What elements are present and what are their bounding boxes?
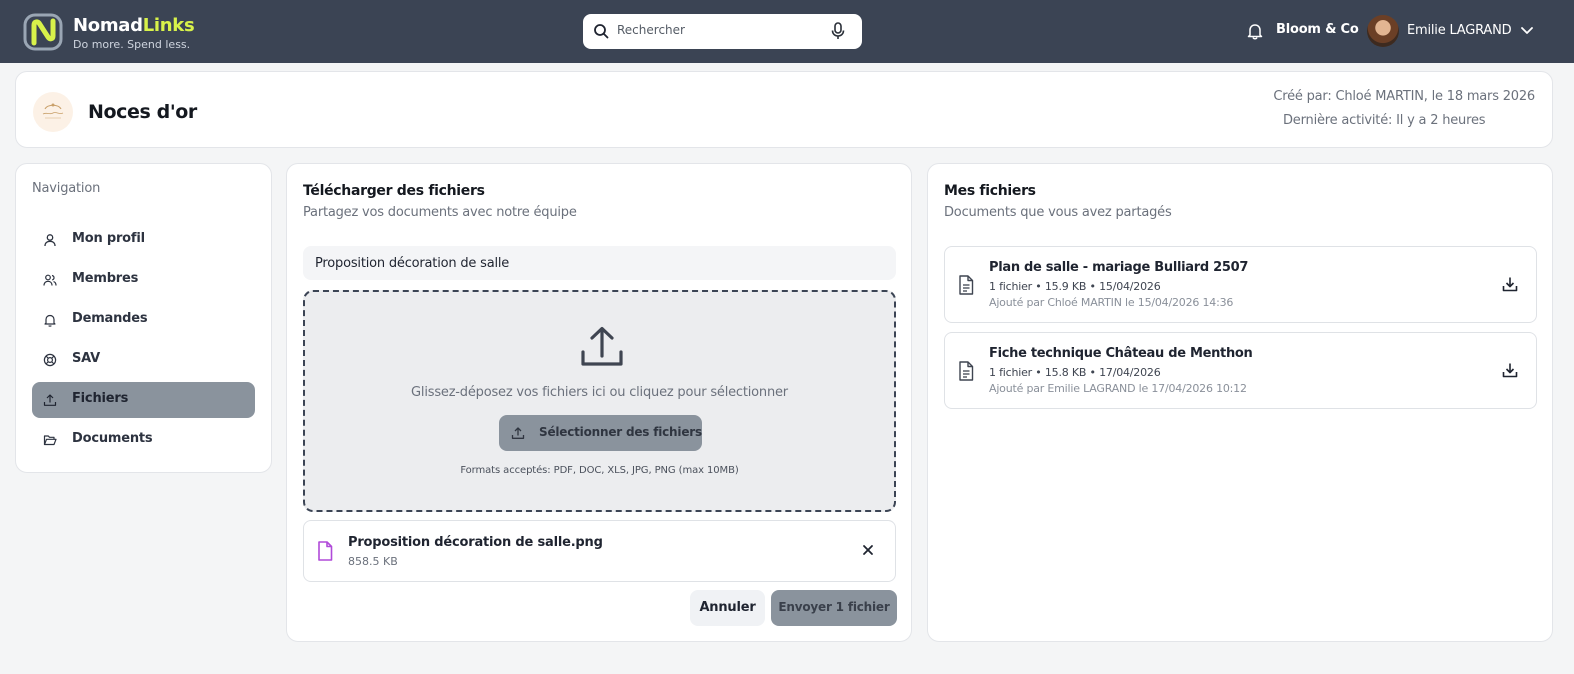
download-icon[interactable] [1502,276,1518,292]
my-files-panel: Mes fichiers Documents que vous avez par… [927,163,1553,642]
sidebar-item-label: Membres [72,271,139,286]
file-meta: 1 fichier • 15.8 KB • 17/04/2026 [989,366,1161,379]
sidebar-item-fichiers[interactable]: Fichiers [32,382,255,418]
file-added-by: Ajouté par Chloé MARTIN le 15/04/2026 14… [989,296,1234,309]
upload-title: Télécharger des fichiers [303,183,485,199]
list-item[interactable]: Plan de salle - mariage Bulliard 2507 1 … [944,246,1537,323]
project-last-activity: Dernière activité: Il y a 2 heures [1283,113,1486,128]
my-files-title: Mes fichiers [944,183,1036,199]
select-files-button[interactable]: Sélectionner des fichiers [499,415,702,451]
document-name-field[interactable] [303,246,896,280]
document-icon [959,361,974,381]
search-bar[interactable] [583,14,862,49]
user-icon [44,234,56,247]
sidebar-item-label: Documents [72,431,153,446]
file-name: Fiche technique Château de Menthon [989,346,1253,361]
my-files-subtitle: Documents que vous avez partagés [944,205,1172,220]
brand-name-part1: Nomad [73,15,143,36]
top-bar: NomadLinks Do more. Spend less. Bloom & … [0,0,1574,63]
page-title: Noces d'or [88,101,197,123]
sidebar-item-mon-profil[interactable]: Mon profil [32,222,255,258]
folder-open-icon [43,435,57,446]
project-logo-emblem-icon [42,103,64,119]
project-created-info: Créé par: Chloé MARTIN, le 18 mars 2026 [1273,89,1535,104]
file-meta: 1 fichier • 15.9 KB • 15/04/2026 [989,280,1161,293]
nomadlinks-logo-icon[interactable] [23,13,63,51]
notifications-bell-icon[interactable] [1247,22,1263,40]
send-files-button[interactable]: Envoyer 1 fichier [771,590,897,626]
file-dropzone[interactable]: Glissez-déposez vos fichiers ici ou cliq… [303,290,896,512]
chevron-down-icon[interactable] [1520,25,1534,37]
user-avatar[interactable] [1367,15,1399,47]
upload-icon [511,427,525,439]
sidebar-item-label: Demandes [72,311,148,326]
brand-name[interactable]: NomadLinks [73,15,195,37]
sidebar-item-label: Mon profil [72,231,145,246]
upload-cloud-icon [581,326,623,366]
accepted-formats-hint: Formats acceptés: PDF, DOC, XLS, JPG, PN… [460,465,739,476]
close-icon[interactable] [861,543,875,557]
brand-name-part2: Links [142,15,195,36]
download-icon[interactable] [1502,362,1518,378]
sidebar-item-sav[interactable]: SAV [32,342,255,378]
document-icon [959,275,974,295]
file-icon [318,541,333,561]
list-item[interactable]: Fiche technique Château de Menthon 1 fic… [944,332,1537,409]
pending-file-item: Proposition décoration de salle.png 858.… [303,520,896,582]
dropzone-instructions: Glissez-déposez vos fichiers ici ou cliq… [411,385,788,400]
cancel-button[interactable]: Annuler [690,590,765,626]
pending-file-size: 858.5 KB [348,555,398,568]
file-added-by: Ajouté par Emilie LAGRAND le 17/04/2026 … [989,382,1247,395]
lifebuoy-icon [43,353,57,367]
project-header: Noces d'or Créé par: Chloé MARTIN, le 18… [15,71,1553,148]
bell-icon [44,314,56,327]
sidebar-item-documents[interactable]: Documents [32,422,255,458]
sidebar-item-label: Fichiers [72,391,129,406]
select-files-label: Sélectionner des fichiers [539,425,702,439]
brand-tagline: Do more. Spend less. [73,38,191,51]
microphone-icon[interactable] [831,22,845,40]
organization-name[interactable]: Bloom & Co [1276,22,1359,37]
pending-file-name: Proposition décoration de salle.png [348,535,603,550]
sidebar-item-membres[interactable]: Membres [32,262,255,298]
navigation-panel: Navigation Mon profil Membres Demandes S… [15,163,272,473]
cancel-button-label: Annuler [699,600,756,615]
project-logo [33,92,73,132]
user-name[interactable]: Emilie LAGRAND [1407,23,1512,38]
send-files-label: Envoyer 1 fichier [778,600,890,614]
file-name: Plan de salle - mariage Bulliard 2507 [989,260,1249,275]
upload-icon [43,394,57,406]
sidebar-item-label: SAV [72,351,101,366]
navigation-title: Navigation [32,181,101,196]
search-icon [594,24,609,39]
users-icon [43,274,57,286]
search-input[interactable] [617,23,827,37]
upload-subtitle: Partagez vos documents avec notre équipe [303,205,577,220]
upload-panel: Télécharger des fichiers Partagez vos do… [286,163,912,642]
sidebar-item-demandes[interactable]: Demandes [32,302,255,338]
